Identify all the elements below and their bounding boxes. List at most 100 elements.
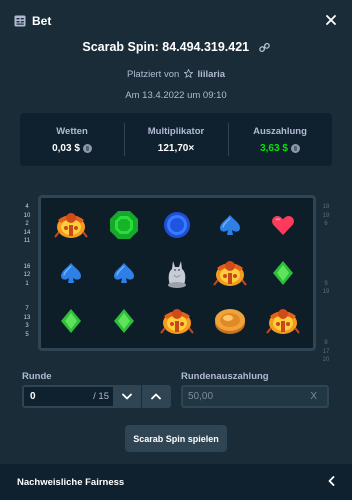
reel-cell	[97, 201, 150, 249]
username-link[interactable]: liilaria	[198, 69, 225, 80]
payline-left-number: 2	[25, 221, 29, 227]
payline-left-number: 5	[25, 331, 29, 338]
payline-left-number: 3	[25, 323, 29, 329]
scarab-icon	[160, 304, 194, 338]
reel-cell	[44, 297, 97, 345]
round-total: / 15	[93, 391, 109, 402]
reel-cell	[257, 249, 310, 297]
paylines-left: 4 10 2 14 11 16 12 1 7 13 3 5	[20, 203, 34, 339]
payline-right-number	[319, 263, 333, 272]
payline-left-number: 4	[25, 204, 29, 210]
heart-icon	[271, 214, 295, 236]
slot-reels	[38, 195, 316, 351]
round-field: / 15	[22, 385, 171, 408]
stat-multiplier-label: Multiplikator	[147, 125, 205, 137]
payline-right-number	[319, 322, 333, 331]
payline-right-number: 9	[324, 280, 328, 287]
coin-icon	[82, 143, 92, 153]
payline-left-number: 12	[23, 272, 31, 278]
play-scarab-spin-button[interactable]: Scarab Spin spielen	[125, 425, 227, 452]
payline-right-number: 20	[322, 357, 330, 363]
provably-fair-section[interactable]: Nachweisliche Fairness	[0, 464, 352, 500]
payline-left-number	[20, 254, 34, 263]
payline-left-number: 1	[25, 280, 29, 287]
payline-right-number: 6	[324, 221, 328, 227]
sapphire-icon	[162, 210, 192, 240]
payline-right-number	[319, 229, 333, 238]
reel-cell	[44, 201, 97, 249]
bet-date: Am 13.4.2022 um 09:10	[125, 90, 227, 101]
stat-multiplier-value: 121,70×	[157, 142, 195, 154]
provably-fair-title: Nachweisliche Fairness	[17, 476, 125, 488]
round-increment-button[interactable]	[141, 385, 169, 408]
payline-left-number	[20, 297, 34, 306]
payline-left-number: 13	[23, 314, 31, 321]
coin-icon	[290, 143, 300, 153]
reel-cell	[204, 249, 257, 297]
round-input[interactable]	[24, 391, 94, 402]
modal-title: Bet	[32, 14, 52, 28]
round-payout-field: 50,00 X	[181, 385, 329, 408]
scarab-icon	[213, 256, 247, 290]
payline-right-number: 19	[322, 212, 330, 219]
spin-id: Scarab Spin: 84.494.319.421	[82, 40, 250, 54]
scarab-icon	[53, 208, 88, 242]
payline-left-number: 7	[25, 306, 29, 312]
payline-left-number: 10	[23, 212, 31, 219]
round-payout-value: 50,00	[188, 391, 214, 402]
reel-cell	[97, 297, 150, 345]
modal-header: Bet	[0, 0, 352, 42]
payline-left-number: 11	[23, 238, 31, 244]
round-label: Runde	[22, 371, 52, 382]
bet-stats-panel: Wetten 0,03 $ Multiplikator 121,70× Ausz…	[20, 113, 332, 166]
round-decrement-button[interactable]	[113, 385, 141, 408]
reel-cell	[204, 201, 257, 249]
reel-cell	[150, 249, 203, 297]
diamond-icon	[272, 260, 294, 286]
payline-left-number: 16	[23, 263, 31, 270]
scarab-icon	[266, 304, 301, 338]
payline-right-number	[319, 297, 333, 306]
payline-right-number: 17	[322, 348, 330, 355]
payline-right-number	[319, 305, 333, 314]
payline-right-number	[319, 246, 333, 255]
spade-icon	[218, 213, 242, 237]
round-payout-label: Rundenauszahlung	[181, 371, 269, 382]
payline-left-number: 14	[23, 229, 31, 236]
diamond-icon	[60, 308, 82, 334]
reel-cell	[150, 297, 203, 345]
payline-left-number	[20, 288, 34, 297]
payline-left-number	[20, 246, 34, 255]
round-payout-suffix: X	[310, 391, 317, 402]
chevron-up-icon	[150, 393, 161, 400]
cat-statue-icon	[164, 257, 190, 289]
payline-right-number	[319, 314, 333, 323]
stat-bet: Wetten 0,03 $	[20, 113, 124, 166]
placed-by: Platziert von liilaria	[0, 68, 352, 81]
link-icon[interactable]	[258, 42, 270, 56]
spade-icon	[112, 261, 136, 285]
paylines-right: 18 19 6 9 19 8 17 20	[319, 203, 333, 365]
payline-right-number: 8	[324, 340, 328, 346]
diamond-icon	[113, 308, 135, 334]
reel-cell	[257, 201, 310, 249]
chevron-down-icon	[122, 393, 132, 400]
reel-cell	[204, 297, 257, 345]
chevron-left-icon[interactable]	[328, 473, 335, 491]
payline-right-number: 19	[322, 289, 330, 295]
payline-right-number: 18	[322, 204, 330, 210]
stat-bet-value: 0,03 $	[52, 142, 80, 154]
payline-right-number	[319, 271, 333, 280]
star-icon	[183, 68, 194, 81]
payline-right-number	[319, 237, 333, 246]
reel-cell	[97, 249, 150, 297]
stat-payout: Auszahlung 3,63 $	[228, 113, 332, 166]
spade-icon	[59, 261, 83, 285]
gold-coin-icon	[213, 306, 247, 336]
reel-cell	[257, 297, 310, 345]
reel-cell	[150, 201, 203, 249]
spin-heading: Scarab Spin: 84.494.319.421	[0, 40, 352, 56]
close-icon[interactable]	[324, 13, 338, 27]
stat-payout-value: 3,63 $	[260, 142, 288, 154]
bet-slip-icon	[14, 15, 26, 27]
